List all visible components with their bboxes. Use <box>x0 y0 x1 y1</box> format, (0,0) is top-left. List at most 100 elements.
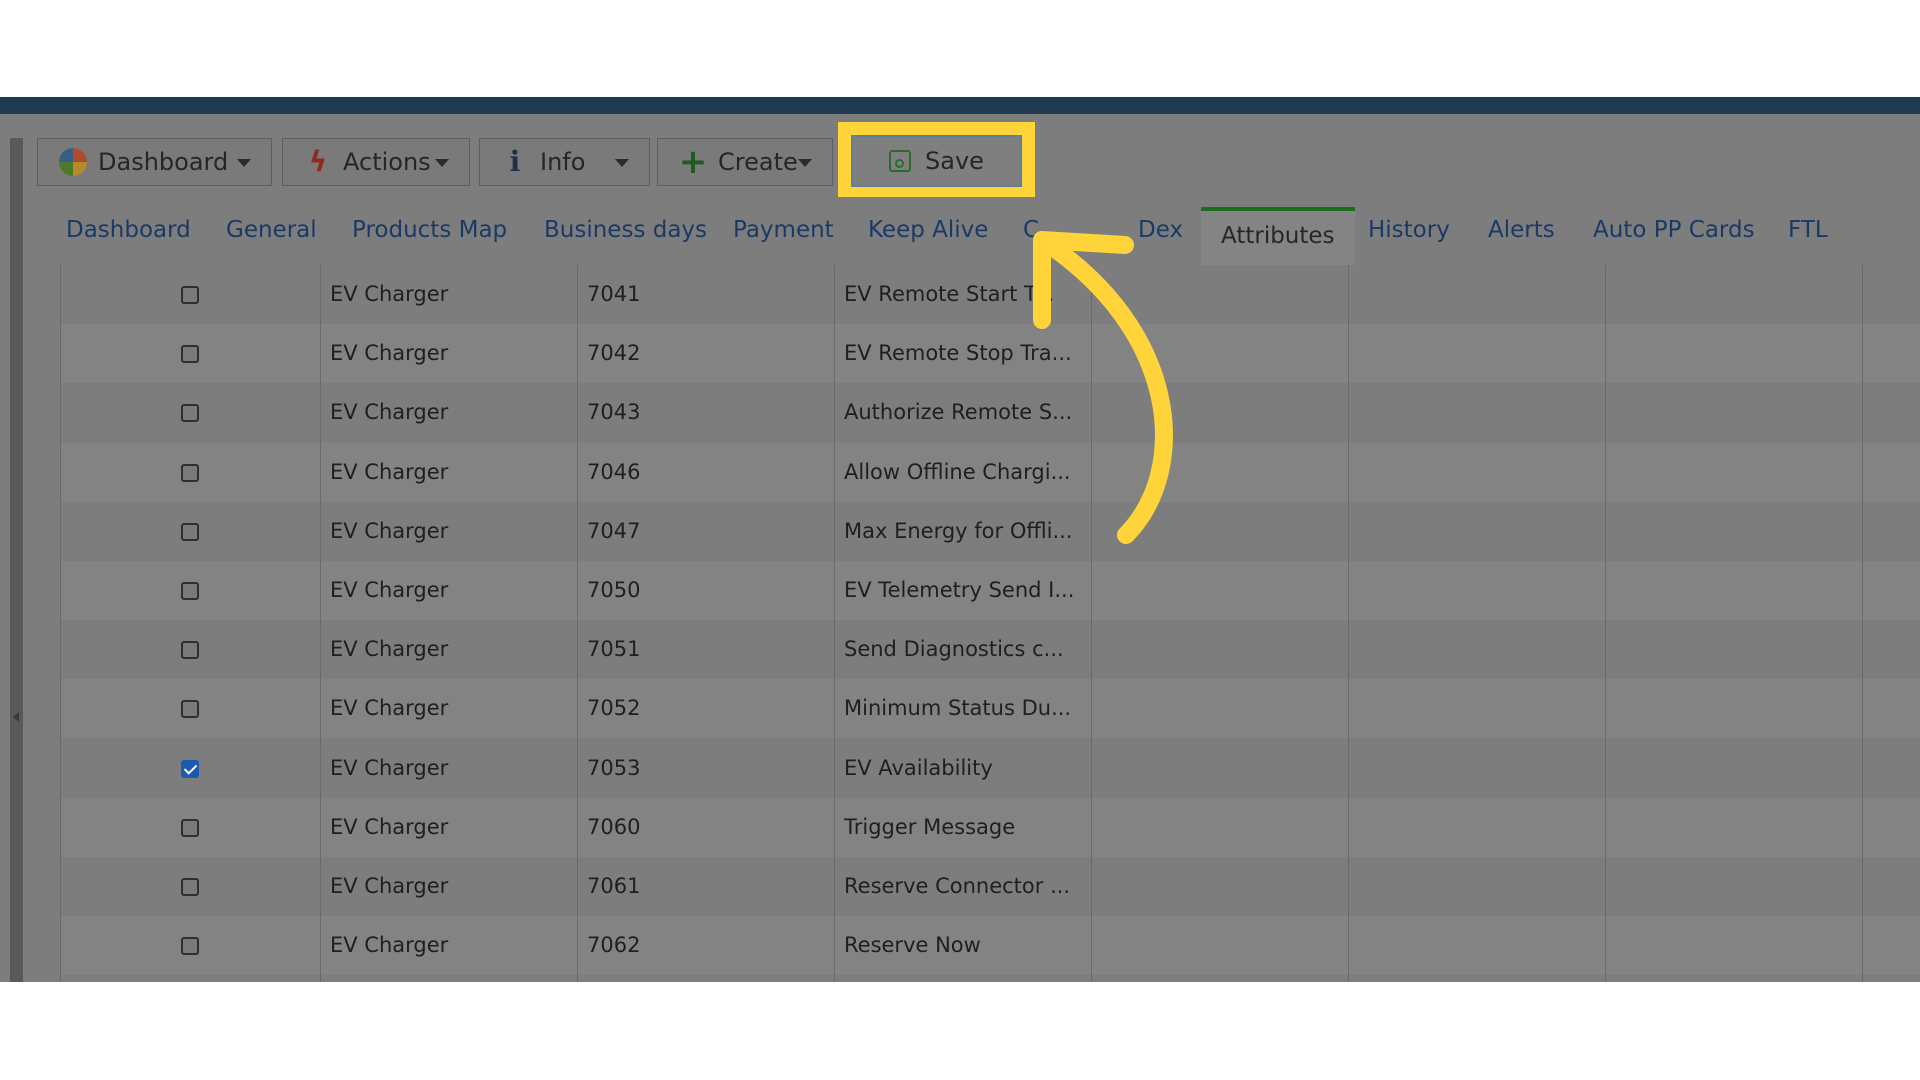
row-checkbox[interactable] <box>181 641 199 660</box>
chevron-down-icon <box>615 159 629 167</box>
cell-id: 7050 <box>587 578 641 602</box>
tab-bar: Dashboard General Products Map Business … <box>0 207 1920 265</box>
create-button-label: Create <box>718 148 798 176</box>
cell-type: EV Charger <box>330 755 449 780</box>
dashboard-dropdown-button[interactable]: Dashboard <box>37 138 272 186</box>
cell-id: 7046 <box>587 459 641 484</box>
cell-type: EV Charger <box>330 400 449 425</box>
cell-type: EV Charger <box>330 933 449 958</box>
cell-name: Authorize Remote S... <box>844 400 1073 425</box>
row-checkbox[interactable] <box>181 818 199 837</box>
column-divider <box>60 265 61 982</box>
row-checkbox[interactable] <box>181 878 199 896</box>
info-icon: i <box>509 145 521 178</box>
cell-id: 7052 <box>587 696 641 721</box>
tab-auto-pp-cards[interactable]: Auto PP Cards <box>1593 217 1755 243</box>
cell-name: Allow Offline Chargi... <box>844 459 1071 484</box>
tab-attributes[interactable]: Attributes <box>1201 207 1355 265</box>
table-row[interactable]: EV Charger 7060 Trigger Message <box>60 797 1920 857</box>
row-checkbox[interactable] <box>181 345 199 364</box>
cell-name: Send Diagnostics c... <box>844 637 1064 662</box>
table-row[interactable]: EV Charger 7043 Authorize Remote S... <box>60 383 1920 442</box>
chevron-down-icon <box>798 159 812 167</box>
row-checkbox[interactable] <box>181 286 199 304</box>
save-button-label: Save <box>925 147 984 175</box>
cell-name: EV Availability <box>844 755 993 780</box>
cell-name: EV Remote Start T... <box>844 282 1055 306</box>
cell-type: EV Charger <box>330 518 449 543</box>
tab-payment[interactable]: Payment <box>733 217 834 243</box>
tab-dex[interactable]: Dex <box>1138 217 1183 243</box>
save-disk-icon <box>889 150 912 172</box>
cell-name: Reserve Connector ... <box>844 874 1071 898</box>
tab-general[interactable]: General <box>226 217 317 243</box>
table-row[interactable]: EV Charger 7061 Reserve Connector ... <box>60 857 1920 916</box>
cell-id: 7042 <box>587 341 641 366</box>
cell-name: Minimum Status Du... <box>844 696 1072 721</box>
column-divider <box>577 265 578 982</box>
cell-id: 7062 <box>587 933 641 958</box>
chevron-down-icon <box>237 159 251 167</box>
tab-history[interactable]: History <box>1368 217 1450 243</box>
row-checkbox[interactable] <box>181 937 199 956</box>
table-row[interactable]: EV Charger 7050 EV Telemetry Send I... <box>60 561 1920 620</box>
cell-name: EV Remote Stop Tra... <box>844 341 1072 366</box>
app-header-bar <box>0 97 1920 114</box>
column-divider <box>1348 265 1349 982</box>
cell-name: EV Telemetry Send I... <box>844 578 1075 602</box>
plus-icon: + <box>678 142 708 182</box>
table-row[interactable]: EV Charger 7046 Allow Offline Chargi... <box>60 442 1920 502</box>
create-dropdown-button[interactable]: + Create <box>657 138 833 186</box>
tab-keep-alive[interactable]: Keep Alive <box>868 217 988 243</box>
attributes-table: EV Charger 7041 EV Remote Start T... EV Cha… <box>48 265 1920 982</box>
cell-name: Reserve Now <box>844 933 981 958</box>
tab-business-days[interactable]: Business days <box>544 217 707 243</box>
tab-alerts[interactable]: Alerts <box>1488 217 1555 243</box>
cell-type: EV Charger <box>330 341 449 366</box>
row-checkbox[interactable] <box>181 759 199 778</box>
tab-products-map[interactable]: Products Map <box>352 217 507 243</box>
table-row[interactable]: EV Charger 7047 Max Energy for Offli... <box>60 502 1920 561</box>
info-dropdown-button[interactable]: i Info <box>479 138 650 186</box>
save-button[interactable]: Save <box>851 135 1022 187</box>
cell-type: EV Charger <box>330 459 449 484</box>
info-button-label: Info <box>540 148 586 176</box>
cell-id: 7053 <box>587 755 641 780</box>
cell-type: EV Charger <box>330 814 449 839</box>
actions-dropdown-button[interactable]: ϟ Actions <box>282 138 470 186</box>
cell-type: EV Charger <box>330 874 449 898</box>
collapse-arrow-icon[interactable] <box>13 712 19 722</box>
tab-ftl[interactable]: FTL <box>1788 217 1828 243</box>
chevron-down-icon <box>435 159 449 167</box>
table-row[interactable]: EV Charger 7051 Send Diagnostics c... <box>60 620 1920 679</box>
column-divider <box>834 265 835 982</box>
cell-id: 7047 <box>587 518 641 543</box>
table-row[interactable]: EV Charger 7052 Minimum Status Du... <box>60 679 1920 739</box>
row-checkbox[interactable] <box>181 463 199 482</box>
cell-type: EV Charger <box>330 637 449 662</box>
row-checkbox[interactable] <box>181 700 199 719</box>
table-row[interactable]: EV Charger 7041 EV Remote Start T... <box>60 265 1920 324</box>
cell-type: EV Charger <box>330 578 449 602</box>
column-divider <box>1862 265 1863 982</box>
cell-id: 7041 <box>587 282 641 306</box>
row-checkbox[interactable] <box>181 404 199 423</box>
cell-type: EV Charger <box>330 282 449 306</box>
table-row[interactable]: EV Charger 7042 EV Remote Stop Tra... <box>60 324 1920 384</box>
column-divider <box>320 265 321 982</box>
tab-dashboard[interactable]: Dashboard <box>66 217 191 243</box>
table-row[interactable]: EV Charger 7062 Reserve Now <box>60 916 1920 976</box>
cell-name: Max Energy for Offli... <box>844 518 1073 543</box>
tab-c-partial[interactable]: C <box>1023 217 1039 243</box>
pie-chart-icon <box>58 147 88 177</box>
cell-id: 7060 <box>587 814 641 839</box>
table-row[interactable]: EV Charger 7053 EV Availability <box>60 739 1920 798</box>
app-content: Dashboard ϟ Actions i Info + Create Dash… <box>0 114 1920 982</box>
cell-name: Trigger Message <box>844 814 1016 839</box>
column-divider <box>1605 265 1606 982</box>
cell-id: 7043 <box>587 400 641 425</box>
row-checkbox[interactable] <box>181 522 199 541</box>
row-checkbox[interactable] <box>181 582 199 600</box>
column-divider <box>1091 265 1092 982</box>
dashboard-button-label: Dashboard <box>98 148 229 176</box>
